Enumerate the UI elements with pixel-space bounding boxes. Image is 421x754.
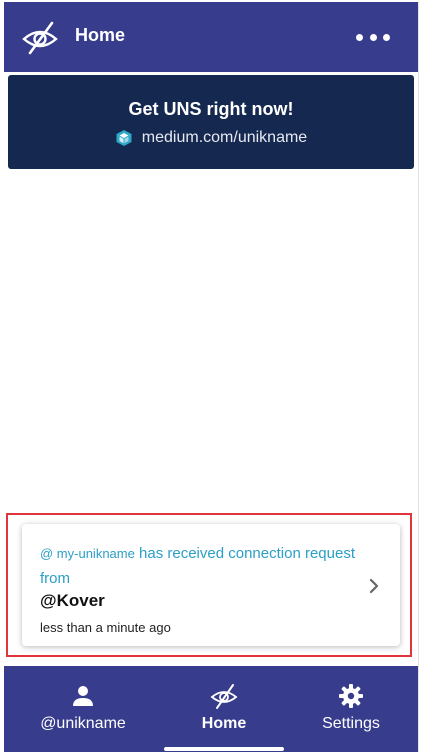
more-options-button[interactable] xyxy=(356,26,390,48)
page-title: Home xyxy=(75,25,126,45)
nav-label-settings: Settings xyxy=(322,715,380,732)
banner-title: Get UNS right now! xyxy=(128,99,294,119)
highlight-box xyxy=(6,513,412,657)
person-icon xyxy=(73,686,93,706)
banner-link-row[interactable]: medium.com/unikname xyxy=(8,129,414,147)
nav-label-unikname: @unikname xyxy=(40,715,126,732)
nav-label-home: Home xyxy=(201,715,247,732)
cube-logo-icon xyxy=(116,130,132,146)
promo-banner[interactable]: Get UNS right now! medium.com/unikname xyxy=(8,75,414,169)
bottom-navigation: @unikname Home Settings xyxy=(4,666,418,752)
gear-icon xyxy=(339,684,363,708)
eye-slash-icon xyxy=(210,684,238,709)
active-tab-indicator xyxy=(164,747,284,751)
nav-item-settings[interactable]: Settings xyxy=(286,666,416,752)
nav-item-home[interactable]: Home xyxy=(159,666,289,752)
more-horizontal-icon xyxy=(356,33,363,41)
banner-link[interactable]: medium.com/unikname xyxy=(142,129,307,147)
nav-item-unikname[interactable]: @unikname xyxy=(18,666,148,752)
app-header: Home xyxy=(4,2,418,72)
eye-slash-icon xyxy=(22,21,58,55)
